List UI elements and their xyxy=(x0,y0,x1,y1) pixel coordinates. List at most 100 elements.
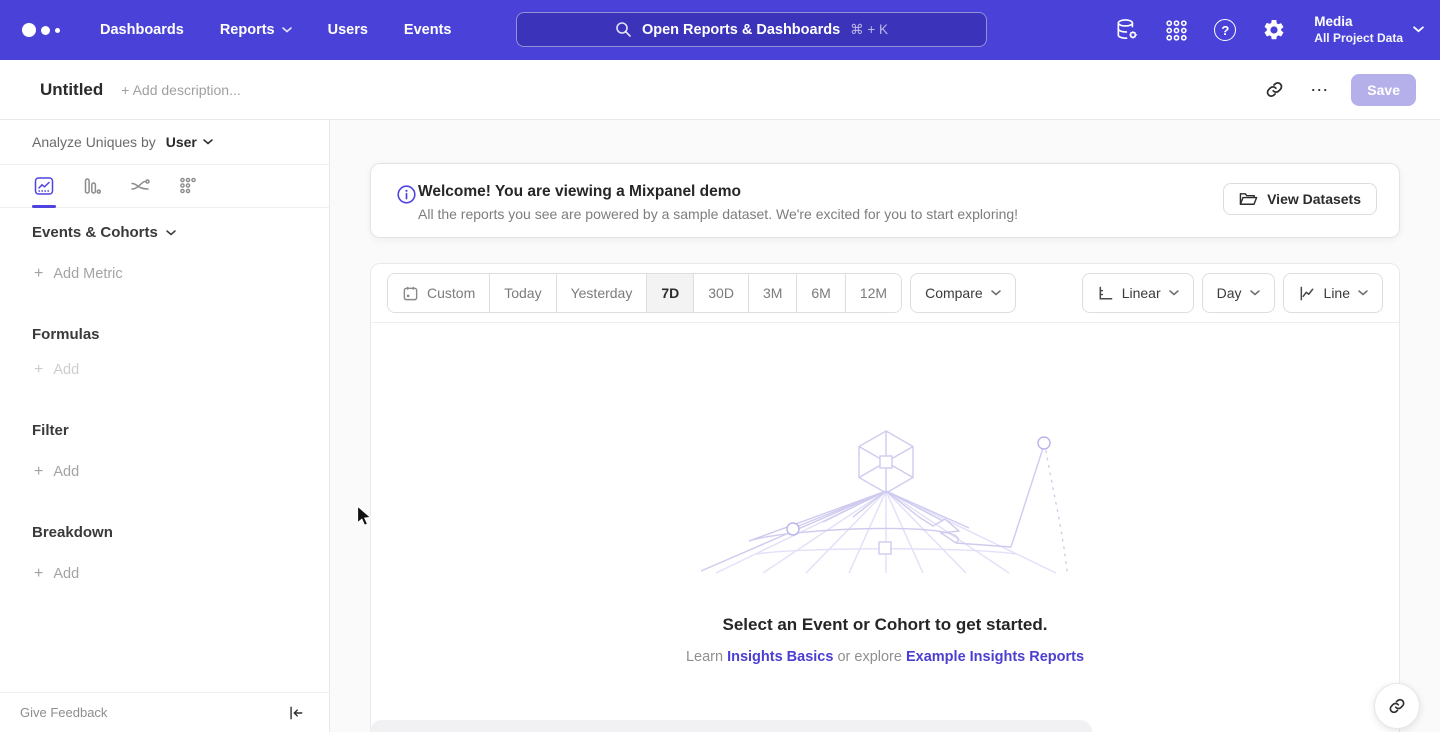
tab-retention[interactable] xyxy=(176,165,200,207)
chart-display-controls: Linear Day Line xyxy=(1082,273,1383,313)
settings-gear-icon[interactable] xyxy=(1261,17,1287,43)
events-cohorts-section[interactable]: Events & Cohorts xyxy=(32,224,176,241)
nav-label: Reports xyxy=(220,22,275,38)
chevron-down-icon xyxy=(282,27,292,33)
range-7d[interactable]: 7D xyxy=(647,274,694,312)
help-icon[interactable]: ? xyxy=(1212,17,1238,43)
range-yesterday[interactable]: Yesterday xyxy=(557,274,648,312)
range-30d[interactable]: 30D xyxy=(694,274,749,312)
more-options-button[interactable]: ⋯ xyxy=(1310,81,1329,99)
visualization-tabs xyxy=(0,165,329,208)
global-search[interactable]: Open Reports & Dashboards ⌘ + K xyxy=(516,12,987,47)
range-label: Custom xyxy=(427,285,475,301)
range-today[interactable]: Today xyxy=(490,274,556,312)
chevron-down-icon xyxy=(991,290,1001,296)
add-metric-label: Add Metric xyxy=(53,266,122,282)
nav-item-dashboards[interactable]: Dashboards xyxy=(100,22,184,38)
search-icon xyxy=(615,21,632,38)
range-label: 30D xyxy=(708,285,734,301)
range-label: 3M xyxy=(763,285,782,301)
interval-dropdown[interactable]: Day xyxy=(1202,273,1275,313)
add-formula-label: Add xyxy=(53,362,79,378)
learn-prefix: Learn xyxy=(686,649,727,665)
analyze-prefix-label: Analyze Uniques by xyxy=(32,134,156,150)
primary-nav: Dashboards Reports Users Events xyxy=(100,22,451,38)
collapse-sidebar-icon[interactable] xyxy=(287,704,305,722)
add-metric-button[interactable]: + Add Metric xyxy=(34,266,123,282)
plus-icon: + xyxy=(34,362,43,378)
range-3m[interactable]: 3M xyxy=(749,274,797,312)
nav-right: ? Media All Project Data xyxy=(1114,0,1424,60)
breakdown-section-title: Breakdown xyxy=(32,524,113,541)
filter-label: Filter xyxy=(32,422,69,439)
welcome-banner: Welcome! You are viewing a Mixpanel demo… xyxy=(370,163,1400,238)
scale-label: Linear xyxy=(1122,285,1161,301)
plus-icon: + xyxy=(34,566,43,582)
filter-section-title: Filter xyxy=(32,422,69,439)
middle-text: or explore xyxy=(833,649,906,665)
tab-flows[interactable] xyxy=(128,165,152,207)
add-breakdown-button[interactable]: + Add xyxy=(34,566,79,582)
range-custom[interactable]: Custom xyxy=(388,274,490,312)
chevron-down-icon xyxy=(1358,290,1368,296)
range-6m[interactable]: 6M xyxy=(797,274,845,312)
banner-subtitle: All the reports you see are powered by a… xyxy=(418,206,1018,222)
empty-state-links: Learn Insights Basics or explore Example… xyxy=(371,649,1399,665)
project-switcher[interactable]: Media All Project Data xyxy=(1314,13,1424,46)
add-breakdown-label: Add xyxy=(53,566,79,582)
save-button[interactable]: Save xyxy=(1351,74,1416,106)
data-management-icon[interactable] xyxy=(1114,17,1140,43)
nav-label: Dashboards xyxy=(100,22,184,38)
search-label: Open Reports & Dashboards xyxy=(642,22,840,38)
mixpanel-logo[interactable] xyxy=(22,23,68,37)
range-label: 12M xyxy=(860,285,887,301)
plus-icon: + xyxy=(34,266,43,282)
add-filter-label: Add xyxy=(53,464,79,480)
report-description-placeholder[interactable]: + Add description... xyxy=(121,82,240,98)
formulas-label: Formulas xyxy=(32,326,100,343)
linear-axis-icon xyxy=(1097,285,1114,302)
chart-controls: Custom Today Yesterday 7D 30D 3M 6M 12M … xyxy=(371,264,1399,323)
flows-tab-icon xyxy=(129,175,151,197)
nav-item-users[interactable]: Users xyxy=(328,22,368,38)
bar-chart-tab-icon xyxy=(81,175,103,197)
view-datasets-button[interactable]: View Datasets xyxy=(1223,183,1377,215)
nav-item-reports[interactable]: Reports xyxy=(220,22,292,38)
example-reports-link[interactable]: Example Insights Reports xyxy=(906,649,1084,665)
add-filter-button[interactable]: + Add xyxy=(34,464,79,480)
chevron-down-icon xyxy=(1250,290,1260,296)
view-datasets-label: View Datasets xyxy=(1267,191,1361,207)
range-label: 7D xyxy=(661,285,679,301)
header-actions: ⋯ Save xyxy=(1260,74,1416,106)
analyze-by-dropdown[interactable]: User xyxy=(166,134,213,150)
chevron-down-icon xyxy=(1413,26,1424,33)
banner-title: Welcome! You are viewing a Mixpanel demo xyxy=(418,183,741,201)
add-formula-button[interactable]: + Add xyxy=(34,362,79,378)
insights-basics-link[interactable]: Insights Basics xyxy=(727,649,833,665)
scale-dropdown[interactable]: Linear xyxy=(1082,273,1194,313)
calendar-icon xyxy=(402,285,419,302)
bottom-sheet-edge[interactable] xyxy=(370,720,1092,732)
share-link-fab[interactable] xyxy=(1374,683,1420,729)
nav-item-events[interactable]: Events xyxy=(404,22,452,38)
help-glyph: ? xyxy=(1214,19,1236,41)
tab-bar-chart[interactable] xyxy=(80,165,104,207)
empty-state-title: Select an Event or Cohort to get started… xyxy=(371,615,1399,635)
plus-icon: + xyxy=(34,464,43,480)
chart-type-label: Line xyxy=(1324,285,1350,301)
nav-label: Events xyxy=(404,22,452,38)
analyze-row: Analyze Uniques by User xyxy=(0,120,329,165)
range-label: Yesterday xyxy=(571,285,633,301)
tab-insights[interactable] xyxy=(32,165,56,207)
chart-type-dropdown[interactable]: Line xyxy=(1283,273,1383,313)
apps-grid-icon[interactable] xyxy=(1163,17,1189,43)
report-header: Untitled + Add description... ⋯ Save xyxy=(0,60,1440,120)
range-12m[interactable]: 12M xyxy=(846,274,901,312)
compare-dropdown[interactable]: Compare xyxy=(910,273,1016,313)
formulas-section-title: Formulas xyxy=(32,326,100,343)
copy-link-icon[interactable] xyxy=(1260,76,1288,104)
give-feedback-link[interactable]: Give Feedback xyxy=(20,705,107,720)
nav-label: Users xyxy=(328,22,368,38)
report-title[interactable]: Untitled xyxy=(40,80,103,100)
compare-label: Compare xyxy=(925,285,983,301)
